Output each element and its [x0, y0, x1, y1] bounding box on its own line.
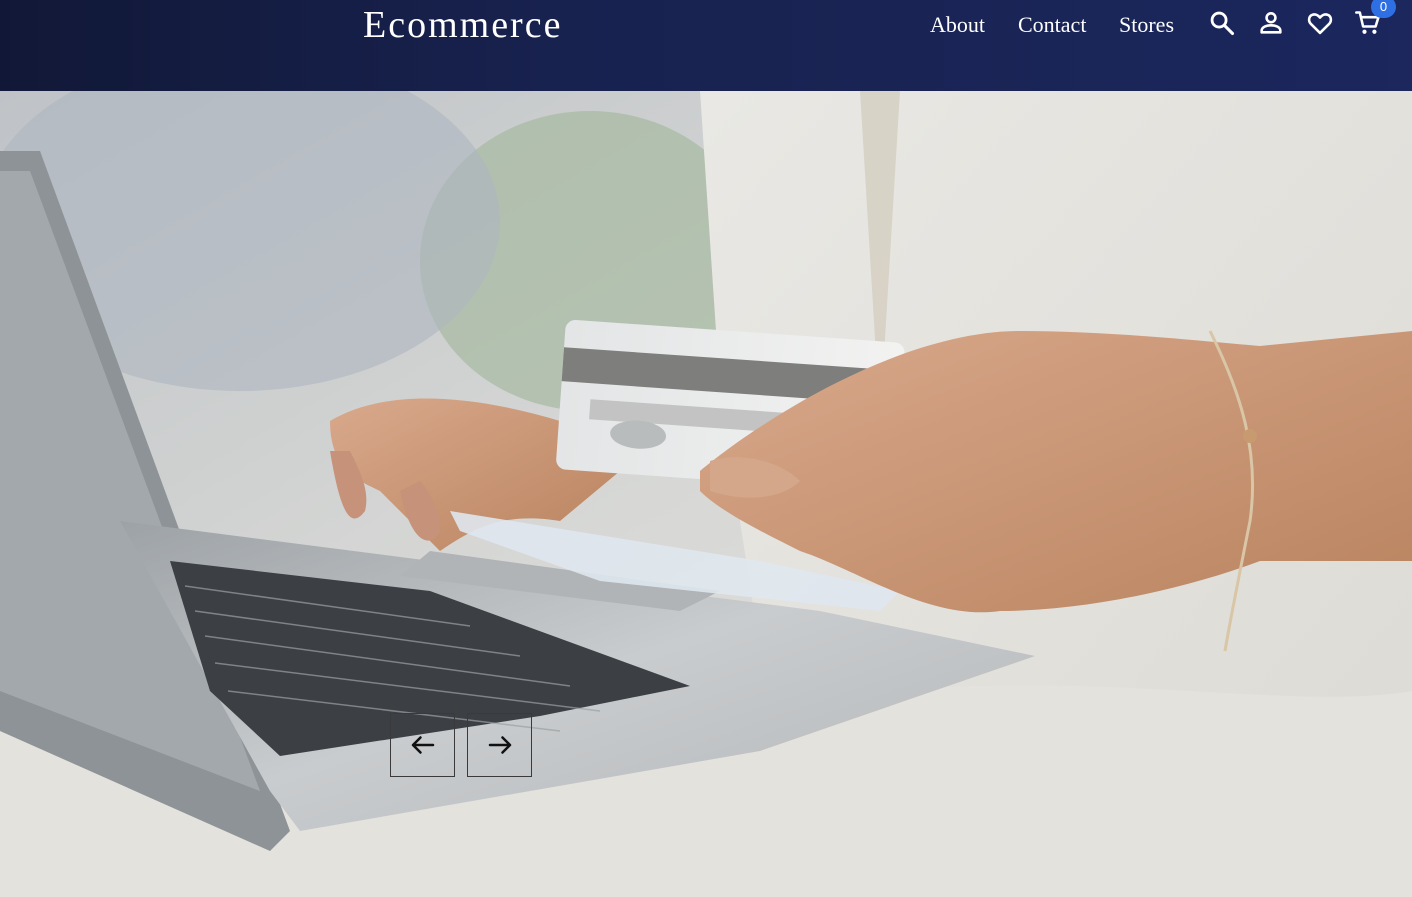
- slider-prev-button[interactable]: [390, 713, 455, 777]
- hero-image: [0, 91, 1412, 897]
- arrow-right-icon: [488, 736, 511, 754]
- nav-stores-link[interactable]: Stores: [1119, 10, 1174, 40]
- site-header: Ecommerce About Contact Stores 0: [0, 0, 1412, 91]
- heart-icon[interactable]: [1305, 8, 1335, 38]
- nav-contact-link[interactable]: Contact: [1018, 10, 1086, 40]
- brand-logo[interactable]: Ecommerce: [363, 2, 562, 48]
- user-icon[interactable]: [1256, 8, 1286, 38]
- nav-about-link[interactable]: About: [930, 10, 985, 40]
- hero-banner: [0, 91, 1412, 897]
- search-icon[interactable]: [1207, 8, 1237, 38]
- cart-count-badge: 0: [1371, 0, 1396, 18]
- slider-next-button[interactable]: [467, 713, 532, 777]
- arrow-left-icon: [411, 736, 434, 754]
